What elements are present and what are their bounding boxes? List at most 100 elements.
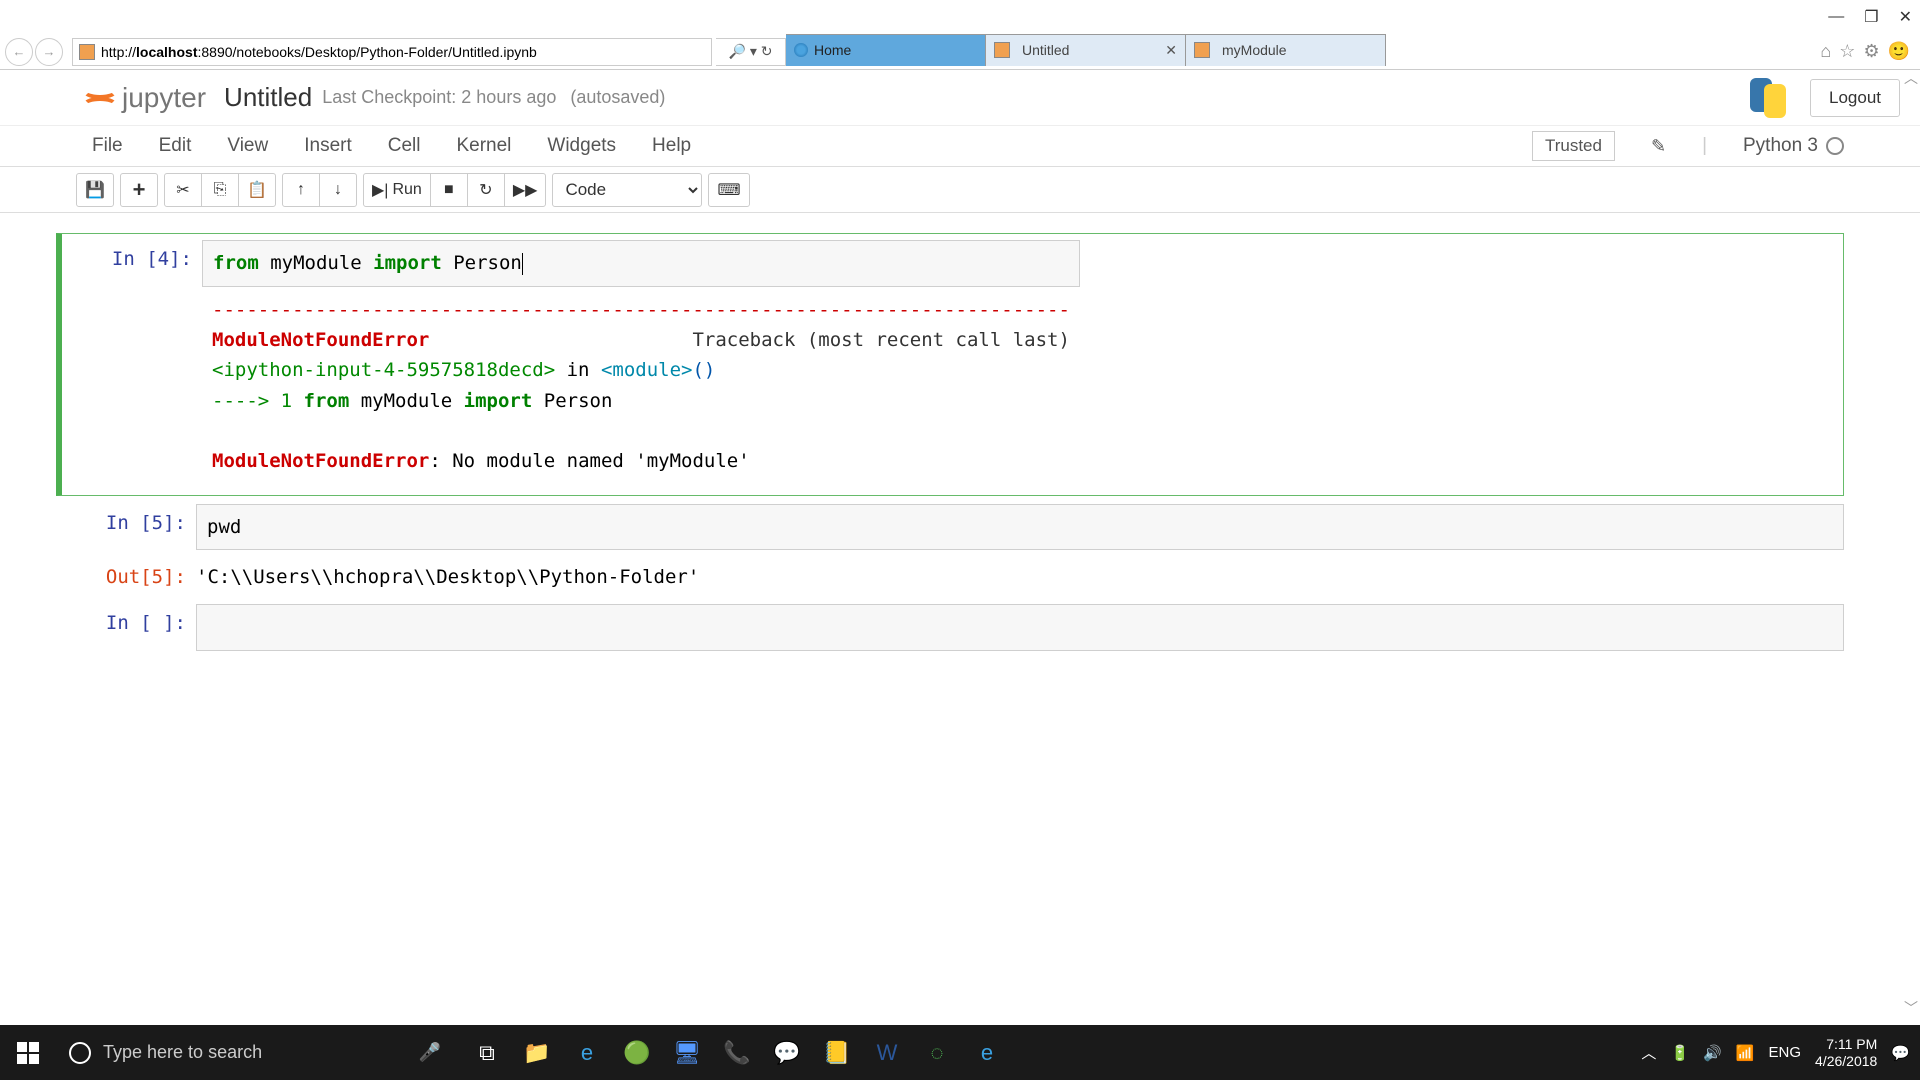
microphone-icon[interactable]: 🎤 xyxy=(419,1042,441,1063)
start-button[interactable] xyxy=(0,1025,55,1080)
menu-widgets[interactable]: Widgets xyxy=(547,135,616,157)
favorites-icon[interactable]: ☆ xyxy=(1839,41,1855,62)
code-cell[interactable]: In [5]: pwd xyxy=(56,504,1844,551)
minimize-icon[interactable]: — xyxy=(1828,8,1844,26)
in-prompt: In [ ]: xyxy=(106,612,186,634)
menu-help[interactable]: Help xyxy=(652,135,691,157)
back-button[interactable]: ← xyxy=(5,38,33,66)
move-up-button[interactable]: ↑ xyxy=(282,173,320,207)
output-row: Out[5]: 'C:\\Users\\hchopra\\Desktop\\Py… xyxy=(56,558,1844,596)
output-text: 'C:\\Users\\hchopra\\Desktop\\Python-Fol… xyxy=(196,558,1844,596)
command-palette-button[interactable]: ⌨ xyxy=(708,173,749,207)
cortana-icon xyxy=(69,1042,91,1064)
chrome-icon[interactable]: 🟢 xyxy=(617,1033,657,1073)
jupyter-mark-icon xyxy=(76,78,116,118)
url-text: http://localhost:8890/notebooks/Desktop/… xyxy=(101,44,537,60)
jupyter-favicon-icon xyxy=(1194,42,1210,58)
search-placeholder: Type here to search xyxy=(103,1042,262,1063)
volume-icon[interactable]: 🔊 xyxy=(1703,1044,1722,1062)
app-icon[interactable]: 🖥 xyxy=(667,1033,707,1073)
system-tray: ︿ 🔋 🔊 📶 ENG 7:11 PM 4/26/2018 💬 xyxy=(1641,1036,1920,1070)
cell-type-select[interactable]: Code xyxy=(552,173,702,207)
tab-mymodule[interactable]: myModule xyxy=(1186,34,1386,66)
edge-icon[interactable]: e xyxy=(567,1033,607,1073)
address-bar[interactable]: http://localhost:8890/notebooks/Desktop/… xyxy=(72,38,712,66)
scroll-up-icon[interactable]: ︿ xyxy=(1904,68,1918,88)
taskbar-search[interactable]: Type here to search 🎤 xyxy=(55,1032,455,1074)
notebook-title[interactable]: Untitled xyxy=(224,82,312,113)
tray-chevron-icon[interactable]: ︿ xyxy=(1641,1042,1656,1063)
wifi-icon[interactable]: 📶 xyxy=(1736,1044,1755,1062)
settings-icon[interactable]: ⚙ xyxy=(1863,41,1879,62)
loading-icon[interactable]: ◌ xyxy=(917,1033,957,1073)
code-input[interactable] xyxy=(196,604,1844,651)
language-indicator[interactable]: ENG xyxy=(1769,1044,1802,1061)
task-view-icon[interactable]: ⧉ xyxy=(467,1033,507,1073)
tab-untitled[interactable]: Untitled✕ xyxy=(986,34,1186,66)
kernel-status-icon xyxy=(1826,137,1844,155)
jupyter-wordmark: jupyter xyxy=(122,82,206,114)
jupyter-header: jupyter Untitled Last Checkpoint: 2 hour… xyxy=(0,70,1920,126)
interrupt-button[interactable]: ■ xyxy=(430,173,468,207)
menu-cell[interactable]: Cell xyxy=(388,135,421,157)
in-prompt: In [4]: xyxy=(112,248,192,270)
file-explorer-icon[interactable]: 📁 xyxy=(517,1033,557,1073)
save-button[interactable]: 💾 xyxy=(76,173,114,207)
ie-icon[interactable]: e xyxy=(967,1033,1007,1073)
copy-button[interactable]: ⎘ xyxy=(201,173,239,207)
maximize-icon[interactable]: ❐ xyxy=(1864,7,1878,27)
paste-button[interactable]: 📋 xyxy=(238,173,276,207)
toolbar: 💾 + ✂ ⎘ 📋 ↑ ↓ ▶|Run ■ ↻ ▶▶ Code ⌨ xyxy=(0,167,1920,213)
browser-chrome: ← → http://localhost:8890/notebooks/Desk… xyxy=(0,34,1920,70)
notepad-icon[interactable]: 📒 xyxy=(817,1033,857,1073)
out-prompt: Out[5]: xyxy=(106,566,186,588)
page-favicon-icon xyxy=(79,44,95,60)
window-titlebar: — ❐ ✕ xyxy=(0,0,1920,34)
scroll-down-icon[interactable]: ﹀ xyxy=(1904,998,1918,1018)
checkpoint-text: Last Checkpoint: 2 hours ago xyxy=(322,87,556,108)
ie-favicon-icon xyxy=(794,43,808,57)
browser-tabs: Home Untitled✕ myModule xyxy=(786,34,1810,70)
feedback-icon[interactable]: 🙂 xyxy=(1888,41,1910,62)
home-icon[interactable]: ⌂ xyxy=(1820,41,1831,62)
restart-run-all-button[interactable]: ▶▶ xyxy=(504,173,547,207)
cut-button[interactable]: ✂ xyxy=(164,173,202,207)
tab-home[interactable]: Home xyxy=(786,34,986,66)
move-down-button[interactable]: ↓ xyxy=(319,173,357,207)
notifications-icon[interactable]: 💬 xyxy=(1891,1044,1910,1062)
windows-logo-icon xyxy=(17,1042,39,1064)
jupyter-logo[interactable]: jupyter xyxy=(76,78,206,118)
skype-business-icon[interactable]: 📞 xyxy=(717,1033,757,1073)
error-output: ----------------------------------------… xyxy=(202,287,1080,477)
run-button[interactable]: ▶|Run xyxy=(363,173,431,207)
close-icon[interactable]: ✕ xyxy=(1899,7,1912,27)
menubar: File Edit View Insert Cell Kernel Widget… xyxy=(76,126,1844,166)
forward-button[interactable]: → xyxy=(35,38,63,66)
kernel-indicator[interactable]: Python 3 xyxy=(1743,135,1844,157)
word-icon[interactable]: W xyxy=(867,1033,907,1073)
trusted-badge[interactable]: Trusted xyxy=(1532,131,1615,161)
menu-view[interactable]: View xyxy=(227,135,268,157)
jupyter-favicon-icon xyxy=(994,42,1010,58)
menu-file[interactable]: File xyxy=(92,135,123,157)
search-refresh-controls[interactable]: 🔎 ▾ ↻ xyxy=(716,38,786,66)
menu-insert[interactable]: Insert xyxy=(304,135,352,157)
clock[interactable]: 7:11 PM 4/26/2018 xyxy=(1815,1036,1877,1070)
add-cell-button[interactable]: + xyxy=(120,173,158,207)
menu-kernel[interactable]: Kernel xyxy=(456,135,511,157)
battery-icon[interactable]: 🔋 xyxy=(1670,1044,1689,1062)
run-icon: ▶| xyxy=(372,180,388,200)
notebook-area: In [4]: from myModule import Person ----… xyxy=(0,213,1920,651)
code-cell[interactable]: In [4]: from myModule import Person ----… xyxy=(56,233,1844,496)
logout-button[interactable]: Logout xyxy=(1810,79,1900,117)
autosaved-text: (autosaved) xyxy=(570,87,665,108)
skype-icon[interactable]: 💬 xyxy=(767,1033,807,1073)
tab-close-icon[interactable]: ✕ xyxy=(1165,42,1177,59)
menu-edit[interactable]: Edit xyxy=(159,135,192,157)
code-cell[interactable]: In [ ]: xyxy=(56,604,1844,651)
in-prompt: In [5]: xyxy=(106,512,186,534)
code-input[interactable]: from myModule import Person xyxy=(202,240,1080,287)
edit-icon[interactable]: ✎ xyxy=(1651,136,1666,157)
restart-button[interactable]: ↻ xyxy=(467,173,505,207)
code-input[interactable]: pwd xyxy=(196,504,1844,551)
